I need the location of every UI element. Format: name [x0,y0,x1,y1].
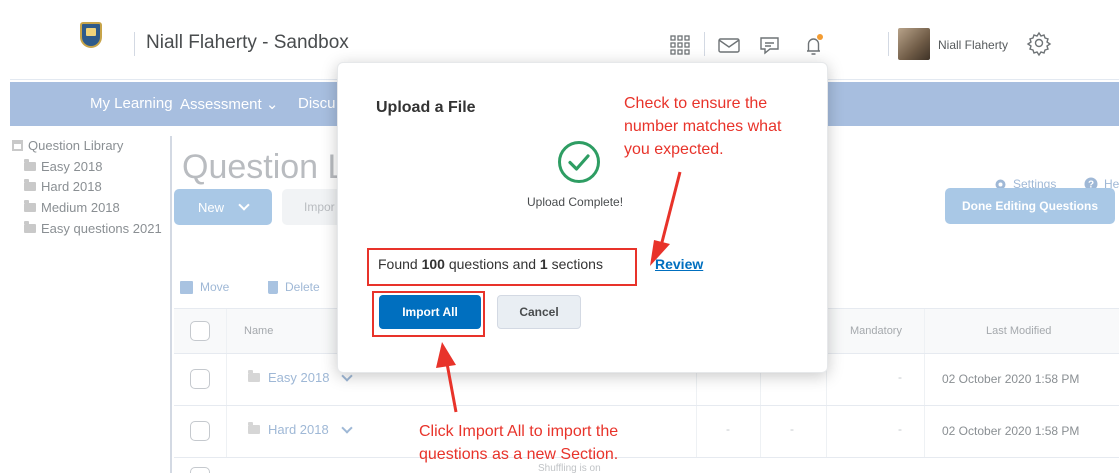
annotation-box-found-summary [367,248,637,286]
tree-item-label: Medium 2018 [41,200,120,215]
chevron-down-icon [238,198,250,211]
table-row [174,458,1119,473]
tree-item-medium-2018[interactable]: Medium 2018 [24,200,120,215]
row-checkbox[interactable] [190,467,210,473]
annotation-note-import: Click Import All to import the questions… [419,420,618,466]
university-logo-icon[interactable] [80,22,102,48]
column-divider [924,354,925,405]
tree-item-hard-2018[interactable]: Hard 2018 [24,179,102,194]
row-name-label: Hard 2018 [268,422,329,437]
tree-item-label: Easy questions 2021 [41,221,162,236]
row-checkbox[interactable] [190,369,210,389]
avatar[interactable] [898,28,930,60]
move-icon [180,280,193,294]
row-name-label: Easy 2018 [268,370,330,385]
mandatory-value: - [898,370,902,384]
row-dash: - [790,422,794,436]
annotation-note-check: Check to ensure the number matches what … [624,92,781,161]
table-row: Hard 2018 - - - 02 October 2020 1:58 PM [174,406,1119,458]
folder-icon [24,200,36,212]
page-title: Question L [182,148,347,186]
upload-status: Upload Complete! [527,195,624,209]
mandatory-value: - [898,422,902,436]
last-modified-value: 02 October 2020 1:58 PM [942,424,1080,438]
annotation-line: questions as a new Section. [419,446,619,463]
done-editing-questions-button[interactable]: Done Editing Questions [945,188,1115,224]
column-divider [826,406,827,457]
annotation-line: you expected. [624,141,724,158]
question-library-tree: Question Library Easy 2018 Hard 2018 Med… [10,136,172,473]
column-divider [760,406,761,457]
header-divider [888,32,889,56]
annotation-box-import-all [372,291,485,337]
folder-icon [24,179,36,191]
column-divider [226,354,227,405]
column-header-mandatory[interactable]: Mandatory [850,325,902,337]
nav-item-assessment[interactable]: Assessment ⌄ [180,95,278,113]
move-action[interactable]: Move [180,280,229,294]
nav-item-my-learning[interactable]: My Learning [90,95,173,112]
tree-item-question-library[interactable]: Question Library [12,138,123,153]
delete-action[interactable]: Delete [268,280,320,294]
header-divider [704,32,705,56]
column-header-name[interactable]: Name [244,325,273,337]
tree-item-label: Hard 2018 [41,179,102,194]
column-divider [924,309,925,353]
chat-icon[interactable] [755,30,785,60]
gear-icon[interactable] [1024,28,1054,58]
annotation-line: Click Import All to import the [419,423,619,440]
dialog-title: Upload a File [376,99,476,116]
bell-icon[interactable] [798,30,828,60]
annotation-line: Check to ensure the [624,95,768,112]
library-icon [12,140,23,151]
new-button-label: New [198,199,225,215]
grid-icon[interactable] [665,30,695,60]
chevron-down-icon[interactable] [341,421,353,434]
row-dash: - [726,422,730,436]
column-header-last-modified[interactable]: Last Modified [986,325,1051,337]
column-divider [226,406,227,457]
column-divider [696,406,697,457]
folder-icon [24,221,36,233]
new-button[interactable]: New [174,189,272,225]
review-link[interactable]: Review [655,256,703,272]
cancel-button[interactable]: Cancel [497,295,581,329]
tree-item-label: Easy 2018 [41,159,103,174]
success-check-icon [558,141,600,183]
trash-icon [268,280,278,294]
column-divider [226,309,227,353]
tree-item-easy-2018[interactable]: Easy 2018 [24,159,102,174]
column-divider [924,406,925,457]
nav-item-discussions[interactable]: Discu [298,95,336,112]
move-action-label: Move [200,280,230,294]
annotation-line: number matches what [624,118,782,135]
row-name-link[interactable]: Hard 2018 [248,421,353,437]
user-name[interactable]: Niall Flaherty [938,38,1008,52]
tree-item-easy-questions-2021[interactable]: Easy questions 2021 [24,221,162,236]
mail-icon[interactable] [714,30,744,60]
tree-item-label: Question Library [28,138,124,153]
org-title[interactable]: Niall Flaherty - Sandbox [146,32,349,54]
row-name-link[interactable]: Easy 2018 [248,369,354,385]
delete-action-label: Delete [285,280,320,294]
folder-icon [248,370,260,382]
last-modified-value: 02 October 2020 1:58 PM [942,372,1080,386]
header-divider [134,32,135,56]
folder-icon [248,422,260,434]
folder-icon [24,159,36,171]
select-all-checkbox[interactable] [190,321,210,341]
row-checkbox[interactable] [190,421,210,441]
